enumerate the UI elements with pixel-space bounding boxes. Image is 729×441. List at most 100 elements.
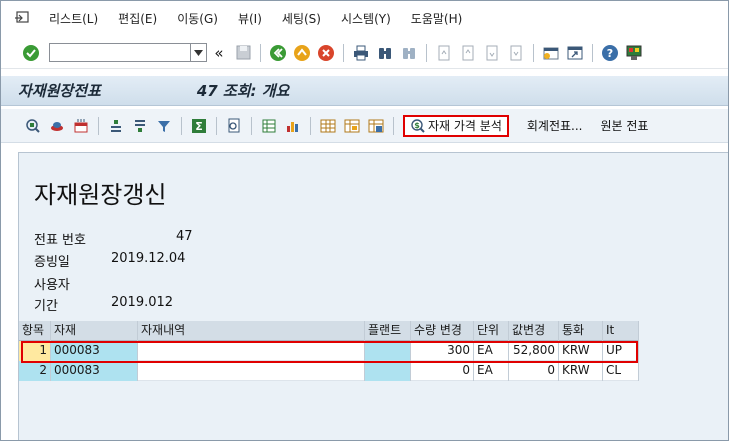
change-layout-icon[interactable] <box>318 116 338 136</box>
sort-ascending-icon[interactable] <box>106 116 126 136</box>
last-page-icon[interactable] <box>506 43 526 63</box>
material-price-analysis-button[interactable]: $ 자재 가격 분석 <box>403 114 509 137</box>
cell-material[interactable]: 000083 <box>51 340 138 361</box>
save-layout-icon[interactable] <box>366 116 386 136</box>
document-date-label: 증빙일 <box>34 255 70 270</box>
back-icon[interactable] <box>268 43 288 63</box>
enter-check-icon[interactable] <box>21 43 41 63</box>
svg-text:Σ: Σ <box>195 120 203 133</box>
standard-toolbar: « ? <box>1 37 728 69</box>
refresh-icon[interactable] <box>47 116 67 136</box>
sort-descending-icon[interactable] <box>130 116 150 136</box>
new-session-icon[interactable] <box>541 43 561 63</box>
previous-page-icon[interactable] <box>458 43 478 63</box>
toolbar-separator <box>98 116 99 135</box>
cell-description[interactable] <box>138 360 365 381</box>
cell-currency[interactable]: KRW <box>559 340 603 361</box>
column-header-value-change[interactable]: 값변경 <box>509 320 559 341</box>
table-row[interactable]: 2 000083 0 EA 0 KRW CL <box>19 360 639 381</box>
cell-unit[interactable]: EA <box>474 340 509 361</box>
original-document-button[interactable]: 원본 전표 <box>594 115 654 137</box>
cell-description[interactable] <box>138 340 365 361</box>
shortcut-icon[interactable] <box>565 43 585 63</box>
page-subtitle: 47 조회: 개요 <box>196 82 290 100</box>
filter-icon[interactable] <box>154 116 174 136</box>
cell-material[interactable]: 000083 <box>51 360 138 381</box>
grid-settings-icon[interactable] <box>71 116 91 136</box>
document-date-value: 2019.12.04 <box>111 251 186 266</box>
print-preview-icon[interactable] <box>224 116 244 136</box>
item-table: 항목 자재 자재내역 플랜트 수량 변경 단위 값변경 통화 It 1 0000… <box>19 320 639 381</box>
cell-quantity-change[interactable]: 0 <box>411 360 474 381</box>
toolbar-separator <box>533 43 534 62</box>
cell-item[interactable]: 1 <box>19 340 51 361</box>
accounting-document-button[interactable]: 회계전표... <box>521 115 589 137</box>
toolbar-separator <box>343 43 344 62</box>
cell-quantity-change[interactable]: 300 <box>411 340 474 361</box>
cell-plant[interactable] <box>365 360 411 381</box>
chevron-down-icon[interactable] <box>191 43 207 62</box>
application-toolbar: Σ $ 자재 가격 분석 회계전표... 원본 전표 <box>1 109 728 143</box>
graphic-chart-icon[interactable] <box>283 116 303 136</box>
customize-layout-icon[interactable] <box>624 43 644 63</box>
column-header-unit[interactable]: 단위 <box>474 320 509 341</box>
document-number-value: 47 <box>176 229 193 244</box>
column-header-quantity-change[interactable]: 수량 변경 <box>411 320 474 341</box>
toolbar-separator <box>181 116 182 135</box>
column-header-material[interactable]: 자재 <box>51 320 138 341</box>
export-spreadsheet-icon[interactable] <box>259 116 279 136</box>
cell-it[interactable]: UP <box>603 340 639 361</box>
choose-layout-icon[interactable] <box>342 116 362 136</box>
command-field[interactable] <box>49 43 191 62</box>
cell-value-change[interactable]: 0 <box>509 360 559 381</box>
user-label: 사용자 <box>34 278 70 293</box>
period-label: 기간 <box>34 299 58 314</box>
column-header-currency[interactable]: 통화 <box>559 320 603 341</box>
menu-settings[interactable]: 세팅(S) <box>272 10 331 27</box>
help-icon[interactable]: ? <box>600 43 620 63</box>
find-next-icon[interactable] <box>399 43 419 63</box>
svg-text:$: $ <box>414 121 420 130</box>
report-area: 자재원장갱신 전표 번호 47 증빙일 2019.12.04 사용자 기간 20… <box>18 152 728 440</box>
menu-view[interactable]: 뷰(I) <box>228 10 272 27</box>
cell-currency[interactable]: KRW <box>559 360 603 381</box>
find-icon[interactable] <box>375 43 395 63</box>
column-header-item[interactable]: 항목 <box>19 320 51 341</box>
sum-icon[interactable]: Σ <box>189 116 209 136</box>
column-header-it[interactable]: It <box>603 320 639 341</box>
menu-help[interactable]: 도움말(H) <box>401 10 473 27</box>
column-header-description[interactable]: 자재내역 <box>138 320 365 341</box>
cancel-icon[interactable] <box>316 43 336 63</box>
table-header-row: 항목 자재 자재내역 플랜트 수량 변경 단위 값변경 통화 It <box>19 320 639 341</box>
details-icon[interactable] <box>23 116 43 136</box>
menu-edit[interactable]: 편집(E) <box>108 10 167 27</box>
document-number-label: 전표 번호 <box>34 233 86 248</box>
cell-item[interactable]: 2 <box>19 360 51 381</box>
print-icon[interactable] <box>351 43 371 63</box>
cell-it[interactable]: CL <box>603 360 639 381</box>
toolbar-separator <box>393 116 394 135</box>
title-bar: 자재원장전표 47 조회: 개요 <box>1 76 728 106</box>
toolbar-separator <box>310 116 311 135</box>
menu-goto[interactable]: 이동(G) <box>167 10 228 27</box>
next-page-icon[interactable] <box>482 43 502 63</box>
menu-bar: 리스트(L) 편집(E) 이동(G) 뷰(I) 세팅(S) 시스템(Y) 도움말… <box>1 1 728 35</box>
toolbar-separator <box>216 116 217 135</box>
cell-value-change[interactable]: 52,800 <box>509 340 559 361</box>
exit-up-icon[interactable] <box>292 43 312 63</box>
exit-icon[interactable] <box>11 8 33 28</box>
cell-plant[interactable] <box>365 340 411 361</box>
toolbar-separator <box>251 116 252 135</box>
table-row[interactable]: 1 000083 300 EA 52,800 KRW UP <box>19 340 639 361</box>
menu-list[interactable]: 리스트(L) <box>39 10 108 27</box>
first-page-icon[interactable] <box>434 43 454 63</box>
period-value: 2019.012 <box>111 295 174 310</box>
svg-text:?: ? <box>607 47 613 60</box>
column-header-plant[interactable]: 플랜트 <box>365 320 411 341</box>
toolbar-separator <box>426 43 427 62</box>
menu-system[interactable]: 시스템(Y) <box>331 10 401 27</box>
material-price-analysis-label: 자재 가격 분석 <box>428 119 502 133</box>
cell-unit[interactable]: EA <box>474 360 509 381</box>
save-icon[interactable] <box>233 43 253 63</box>
command-toggle-button[interactable]: « <box>209 43 229 63</box>
